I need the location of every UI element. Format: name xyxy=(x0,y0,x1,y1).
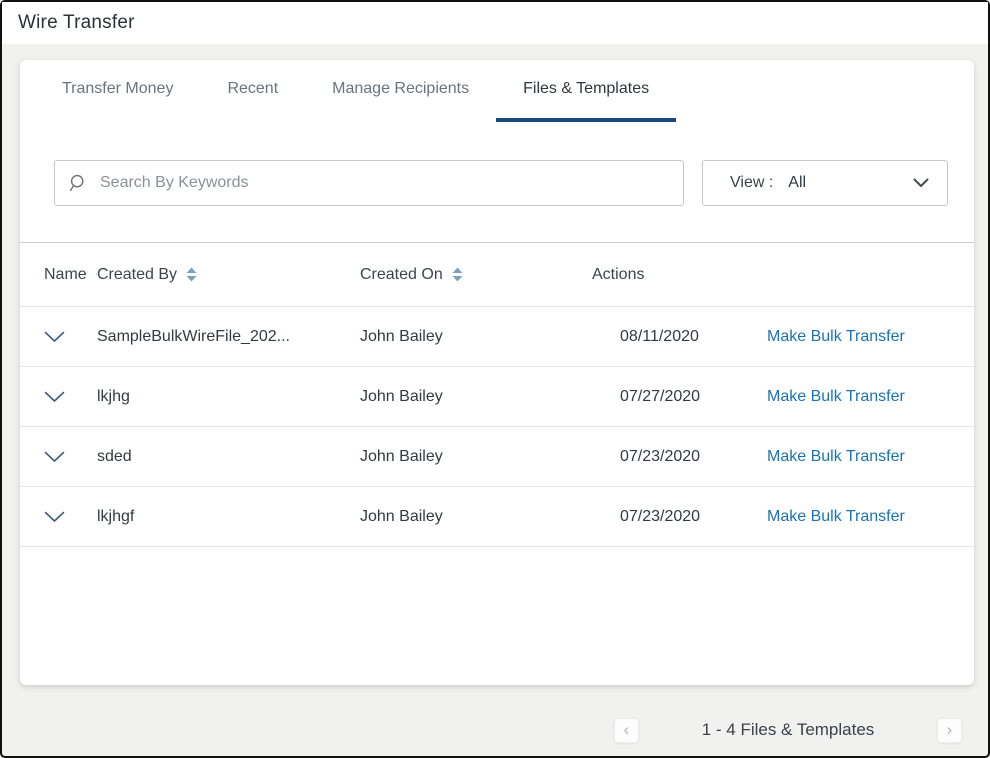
tab-label: Transfer Money xyxy=(62,80,173,98)
view-dropdown[interactable]: View : All xyxy=(702,160,948,206)
chevron-down-icon xyxy=(44,331,65,343)
column-header: Actions xyxy=(592,266,767,284)
table-row: sded John Bailey 07/23/2020 Make Bulk Tr… xyxy=(20,427,974,487)
tab-transfer-money[interactable]: Transfer Money xyxy=(35,60,200,122)
file-name-cell: SampleBulkWireFile_202... xyxy=(97,328,360,346)
view-label: View : xyxy=(730,174,773,192)
pagination: ‹ 1 - 4 Files & Templates › xyxy=(614,717,962,743)
tab-bar: Transfer Money Recent Manage Recipients … xyxy=(20,60,974,122)
page-header: Wire Transfer xyxy=(2,2,988,44)
table-row: SampleBulkWireFile_202... John Bailey 08… xyxy=(20,307,974,367)
tab-recent[interactable]: Recent xyxy=(200,60,305,122)
wire-transfer-page: { "page": { "title": "Wire Transfer" }, … xyxy=(0,0,990,758)
tab-label: Files & Templates xyxy=(523,80,649,98)
column-header-label: Name xyxy=(44,266,87,284)
view-selected-value: All xyxy=(788,174,806,192)
tab-files-templates[interactable]: Files & Templates xyxy=(496,60,676,122)
created-by-cell: John Bailey xyxy=(360,388,592,406)
expand-row-button[interactable] xyxy=(44,442,74,472)
column-header-label: Created On xyxy=(360,266,443,284)
created-on-cell: 07/27/2020 xyxy=(592,388,767,406)
table-header-row: Name Created By Created On Actions xyxy=(20,242,974,307)
files-table: Name Created By Created On Actions Sampl… xyxy=(20,242,974,547)
tab-label: Recent xyxy=(227,80,278,98)
created-on-cell: 08/11/2020 xyxy=(592,328,767,346)
expand-row-button[interactable] xyxy=(44,382,74,412)
next-page-button[interactable]: › xyxy=(937,718,962,743)
filter-row: View : All xyxy=(54,160,948,206)
column-header[interactable]: Created By xyxy=(97,266,360,284)
expand-row-button[interactable] xyxy=(44,322,74,352)
chevron-down-icon xyxy=(913,178,929,188)
column-header-label: Created By xyxy=(97,266,177,284)
tab-manage-recipients[interactable]: Manage Recipients xyxy=(305,60,496,122)
table-row: lkjhg John Bailey 07/27/2020 Make Bulk T… xyxy=(20,367,974,427)
make-bulk-transfer-link[interactable]: Make Bulk Transfer xyxy=(767,448,974,466)
file-name-cell: lkjhg xyxy=(97,388,360,406)
make-bulk-transfer-link[interactable]: Make Bulk Transfer xyxy=(767,508,974,526)
sort-icon[interactable] xyxy=(186,267,197,282)
chevron-down-icon xyxy=(44,451,65,463)
table-body: SampleBulkWireFile_202... John Bailey 08… xyxy=(20,307,974,547)
search-icon xyxy=(69,174,88,193)
page-title: Wire Transfer xyxy=(18,12,135,34)
column-header[interactable]: Name xyxy=(44,266,97,284)
created-on-cell: 07/23/2020 xyxy=(592,448,767,466)
make-bulk-transfer-link[interactable]: Make Bulk Transfer xyxy=(767,388,974,406)
created-on-cell: 07/23/2020 xyxy=(592,508,767,526)
pagination-summary: 1 - 4 Files & Templates xyxy=(702,720,875,740)
search-box[interactable] xyxy=(54,160,684,206)
column-header[interactable]: Created On xyxy=(360,266,592,284)
sort-icon[interactable] xyxy=(452,267,463,282)
created-by-cell: John Bailey xyxy=(360,328,592,346)
prev-page-button[interactable]: ‹ xyxy=(614,718,639,743)
file-name-cell: sded xyxy=(97,448,360,466)
table-row: lkjhgf John Bailey 07/23/2020 Make Bulk … xyxy=(20,487,974,547)
content-card: Transfer Money Recent Manage Recipients … xyxy=(20,60,974,685)
created-by-cell: John Bailey xyxy=(360,508,592,526)
chevron-down-icon xyxy=(44,391,65,403)
expand-row-button[interactable] xyxy=(44,502,74,532)
search-input[interactable] xyxy=(100,174,669,192)
chevron-down-icon xyxy=(44,511,65,523)
tab-label: Manage Recipients xyxy=(332,80,469,98)
file-name-cell: lkjhgf xyxy=(97,508,360,526)
column-header-label: Actions xyxy=(592,266,644,284)
created-by-cell: John Bailey xyxy=(360,448,592,466)
make-bulk-transfer-link[interactable]: Make Bulk Transfer xyxy=(767,328,974,346)
